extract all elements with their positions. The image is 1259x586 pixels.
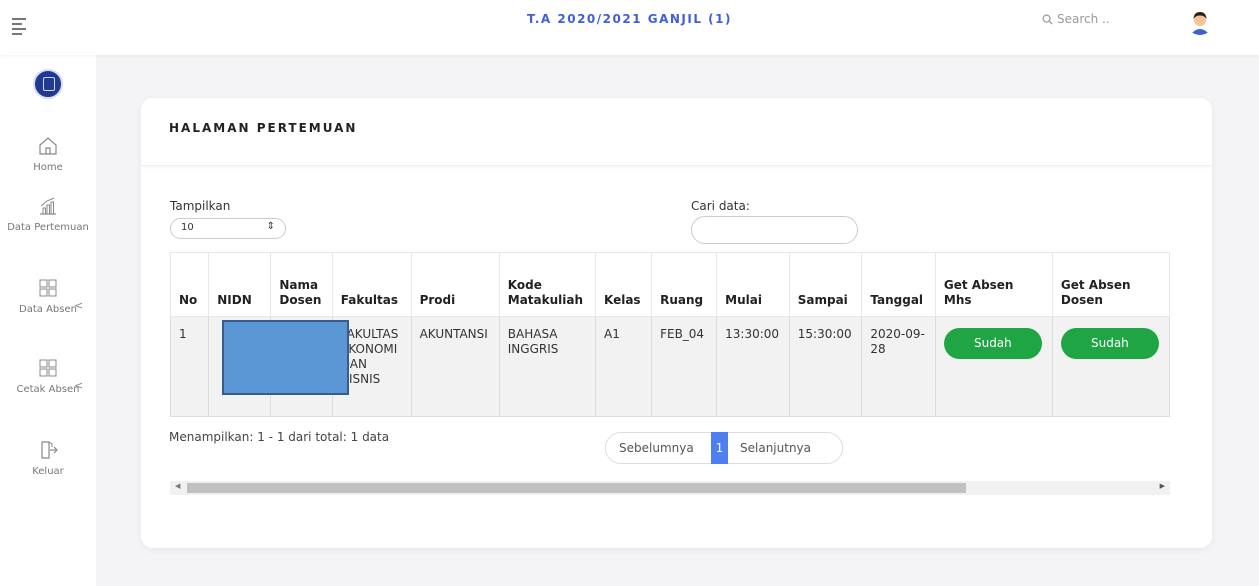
column-header[interactable]: Sampai — [788, 252, 863, 317]
cell-ruang: FEB_04 — [651, 316, 718, 417]
search-box[interactable]: Search .. — [1042, 12, 1110, 26]
top-bar: T.A 2020/2021 GANJIL (1) Search .. — [0, 0, 1259, 55]
sidebar-item-label: Data Absen — [19, 304, 77, 315]
sidebar-item-home[interactable]: Home — [0, 135, 96, 174]
column-header[interactable]: Fakultas — [331, 252, 412, 317]
redacted-block — [222, 320, 349, 395]
absen-mhs-button[interactable]: Sudah — [943, 328, 1042, 359]
sidebar-item-label: Keluar — [32, 466, 64, 477]
column-header[interactable]: Get Absen Mhs — [934, 252, 1053, 317]
column-header[interactable]: Tanggal — [861, 252, 936, 317]
column-header[interactable]: No — [170, 252, 210, 317]
university-logo — [33, 69, 63, 99]
cell-absen-mhs: Sudah — [934, 316, 1053, 417]
search-placeholder: Search .. — [1057, 12, 1110, 26]
column-header[interactable]: NIDN — [208, 252, 272, 317]
sidebar-item-data-absen[interactable]: < Data Absen — [0, 277, 96, 316]
cell-no: 1 — [170, 316, 210, 417]
sidebar-item-label: Data Pertemuan — [7, 222, 89, 233]
scrollbar-thumb[interactable] — [187, 483, 966, 493]
cell-mulai: 13:30:00 — [716, 316, 790, 417]
cell-kelas: A1 — [594, 316, 653, 417]
column-header[interactable]: Kode Matakuliah — [498, 252, 596, 317]
sort-arrows-icon: ⇕ — [266, 221, 275, 232]
table-header-row: No NIDN Nama Dosen Fakultas Prodi Kode M… — [170, 252, 1170, 317]
content-card: HALAMAN PERTEMUAN Tampilkan 10 ⇕ Cari da… — [141, 98, 1212, 548]
search-label: Cari data: — [691, 199, 750, 213]
grid-icon — [39, 279, 57, 297]
home-icon — [39, 137, 57, 155]
column-header[interactable]: Get Absen Dosen — [1051, 252, 1170, 317]
sidebar-item-cetak-absen[interactable]: < Cetak Absen — [0, 357, 96, 396]
sidebar-item-label: Home — [33, 162, 63, 173]
sidebar-item-label: Cetak Absen — [16, 384, 80, 395]
column-header[interactable]: Ruang — [651, 252, 718, 317]
cell-kode-matakuliah: BAHASA INGGRIS — [498, 316, 596, 417]
show-entries-label: Tampilkan — [170, 199, 231, 213]
column-header[interactable]: Kelas — [594, 252, 653, 317]
chevron-left-icon: < — [74, 299, 84, 312]
horizontal-scrollbar[interactable]: ◀ ▶ — [170, 481, 1170, 495]
page-1-button[interactable]: 1 — [711, 432, 728, 464]
scroll-right-icon[interactable]: ▶ — [1160, 482, 1165, 490]
page-title: HALAMAN PERTEMUAN — [169, 121, 358, 135]
sidebar-item-keluar[interactable]: Keluar — [0, 439, 96, 478]
entries-select-value: 10 — [181, 222, 194, 233]
absen-dosen-button[interactable]: Sudah — [1060, 328, 1159, 359]
cell-tanggal: 2020-09-28 — [861, 316, 936, 417]
scroll-left-icon[interactable]: ◀ — [175, 482, 180, 490]
sidebar-item-data-pertemuan[interactable]: Data Pertemuan — [0, 195, 96, 234]
grid-icon — [39, 359, 57, 377]
next-page-button[interactable]: Selanjutnya — [728, 432, 843, 464]
entries-select[interactable]: 10 ⇕ — [170, 218, 286, 239]
column-header[interactable]: Nama Dosen — [270, 252, 333, 317]
prev-page-button[interactable]: Sebelumnya — [605, 432, 715, 464]
sidebar: Home Data Pertemuan < Data Absen < Cetak… — [0, 55, 96, 586]
column-header[interactable]: Prodi — [410, 252, 500, 317]
search-icon — [1042, 14, 1053, 25]
table-container: No NIDN Nama Dosen Fakultas Prodi Kode M… — [170, 252, 1170, 417]
chevron-left-icon: < — [74, 379, 84, 392]
avatar[interactable] — [1186, 7, 1214, 35]
search-data-input[interactable] — [691, 216, 858, 244]
column-header[interactable]: Mulai — [716, 252, 790, 317]
table-info: Menampilkan: 1 - 1 dari total: 1 data — [169, 430, 390, 444]
logout-icon — [41, 441, 58, 459]
cell-prodi: AKUNTANSI — [410, 316, 500, 417]
chart-icon — [40, 197, 56, 215]
cell-absen-dosen: Sudah — [1051, 316, 1170, 417]
cell-sampai: 15:30:00 — [788, 316, 863, 417]
